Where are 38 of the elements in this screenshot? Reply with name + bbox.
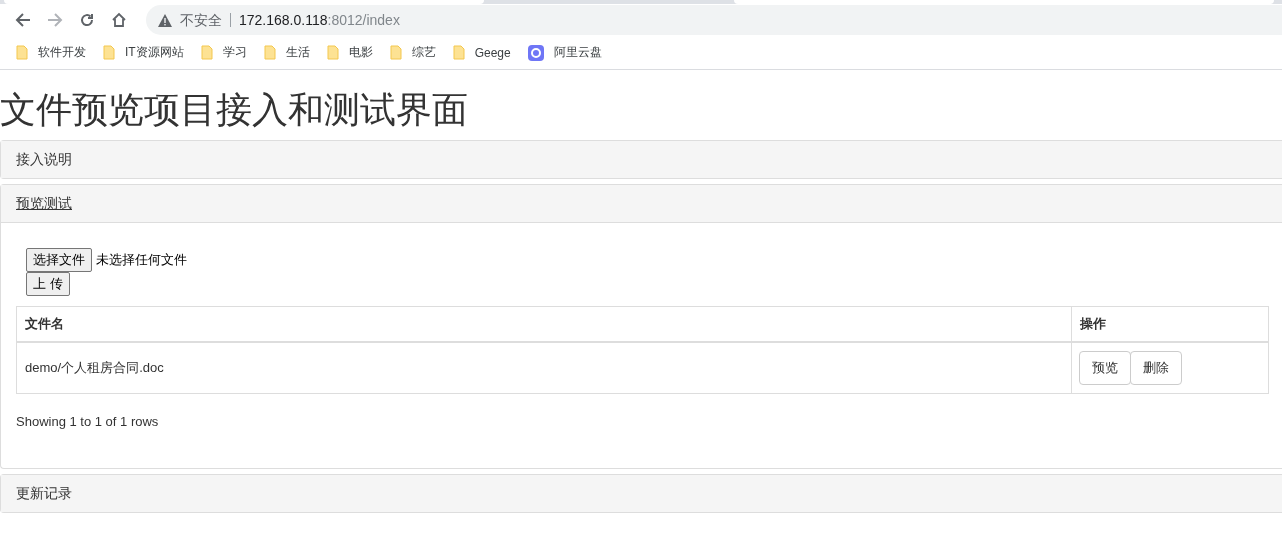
bookmark-link[interactable]: Geege	[474, 45, 511, 60]
forward-arrow-icon	[47, 12, 63, 28]
url-host: 172.168.0.118	[239, 12, 328, 28]
folder-icon	[452, 45, 465, 60]
home-icon	[111, 12, 127, 28]
panel-title-link[interactable]: 更新记录	[16, 484, 72, 501]
column-header: 操作	[1071, 306, 1269, 343]
column-header: 文件名	[16, 306, 1072, 343]
bookmark-link[interactable]: 学习	[222, 44, 247, 61]
action-button[interactable]: 删除	[1130, 351, 1182, 386]
upload-button[interactable]: 上 传	[26, 271, 70, 296]
folder-icon	[263, 45, 276, 60]
folder-icon	[16, 45, 28, 60]
folder-icon	[200, 45, 213, 60]
bookmark-link[interactable]: 生活	[285, 44, 310, 61]
bookmark-link[interactable]: 阿里云盘	[553, 44, 602, 61]
cloud-app-icon	[527, 44, 544, 61]
url-path: :8012/index	[327, 12, 400, 28]
bookmark-link[interactable]: 电影	[348, 44, 373, 61]
security-label: 不安全	[180, 13, 231, 27]
pagination-info: Showing 1 to 1 of 1 rows	[16, 414, 160, 430]
panel-title-link[interactable]: 预览测试	[16, 194, 72, 211]
bookmark-link[interactable]: 软件开发	[38, 44, 86, 61]
action-button[interactable]: 预览	[1079, 351, 1131, 386]
table-cell: demo/个人租房合同.doc	[16, 342, 1072, 394]
panel-title-link[interactable]: 接入说明	[16, 150, 72, 167]
folder-icon	[389, 45, 402, 60]
choose-file-button[interactable]: 选择文件	[26, 247, 92, 272]
address-bar[interactable]: 不安全 172.168.0.118:8012/index	[146, 5, 1282, 35]
bookmark-link[interactable]: IT资源网站	[125, 44, 184, 61]
folder-icon	[326, 45, 339, 60]
warning-icon	[158, 13, 172, 27]
page-title: 文件预览项目接入和测试界面	[0, 90, 469, 130]
file-status-text: 未选择任何文件	[96, 250, 187, 269]
bookmark-link[interactable]: 综艺	[411, 44, 436, 61]
back-arrow-icon	[15, 12, 31, 28]
reload-icon	[79, 12, 95, 28]
folder-icon	[103, 45, 115, 60]
